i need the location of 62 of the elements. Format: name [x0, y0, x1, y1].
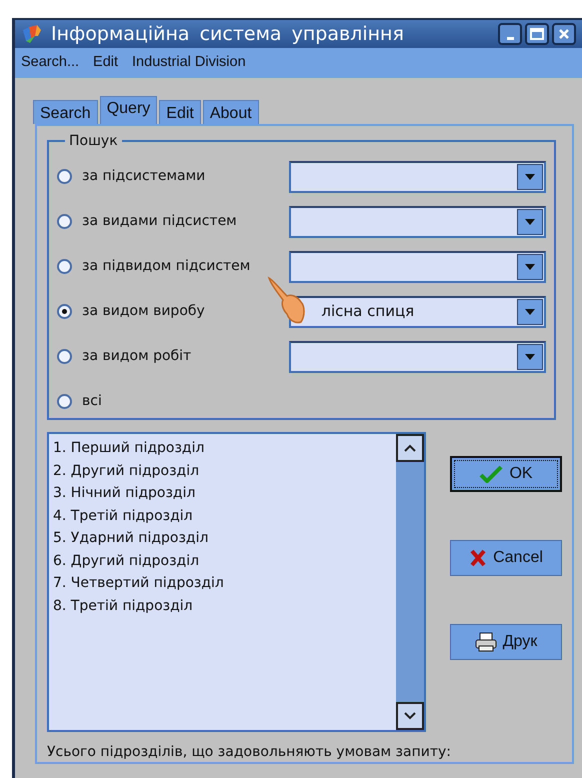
maximize-icon	[530, 28, 544, 40]
list-item[interactable]: 7. Четвертий підрозділ	[53, 572, 392, 594]
chevron-down-icon	[404, 712, 416, 720]
checkmark-icon	[479, 465, 504, 483]
menu-item[interactable]: Industrial Division	[132, 52, 246, 74]
radio-button[interactable]	[57, 349, 72, 364]
list-item[interactable]: 6. Другий підрозділ	[53, 550, 392, 572]
chevron-up-icon	[404, 444, 416, 452]
radio-button[interactable]	[57, 304, 72, 319]
list-item[interactable]: 4. Третій підрозділ	[53, 504, 392, 527]
dropdown-field[interactable]	[289, 340, 546, 372]
ok-button[interactable]: OK	[450, 456, 562, 492]
option-label: за видом робіт	[82, 347, 192, 366]
printer-icon	[474, 632, 497, 652]
maximize-button[interactable]	[525, 23, 549, 45]
radio-button[interactable]	[57, 169, 72, 184]
tab[interactable]: Query	[100, 96, 158, 124]
close-icon	[558, 28, 570, 40]
list-item[interactable]: 1. Перший підрозділ	[53, 437, 392, 460]
option-label: за підсистемами	[82, 167, 206, 186]
scroll-up-button[interactable]	[396, 434, 424, 462]
dropdown-field[interactable]	[289, 250, 546, 282]
tab[interactable]: Edit	[159, 100, 201, 124]
menu-item[interactable]: Search...	[21, 52, 80, 74]
status-text: Усього підрозділів, що задовольняють умовам запиту:	[47, 743, 452, 762]
option-label: за видами підсистем	[82, 212, 238, 231]
menu-item[interactable]: Edit	[93, 52, 118, 74]
dropdown-button[interactable]	[517, 254, 543, 280]
app-logo-icon	[21, 24, 43, 44]
window-title: Інформаційна система управління	[51, 22, 404, 47]
tab[interactable]: Search	[33, 100, 98, 124]
dropdown-arrow-icon	[525, 174, 535, 180]
dropdown-field[interactable]	[289, 206, 546, 238]
scroll-down-button[interactable]	[396, 702, 424, 730]
tab[interactable]: About	[202, 100, 259, 124]
radio-button[interactable]	[57, 394, 72, 409]
results-list[interactable]: 1. Перший підрозділ 2. Другий підрозділ 3. Нічний підрозділ 4. Третій підрозділ 5. Ударний підрозділ 6. Другий підрозділ 7. Четвертий підрозділ 8. Третій підрозділ	[47, 432, 426, 732]
radio-button[interactable]	[57, 214, 72, 229]
option-label: за видом виробу	[82, 302, 206, 321]
dropdown-button[interactable]	[517, 164, 543, 190]
minimize-button[interactable]	[498, 23, 522, 45]
dropdown-field[interactable]	[289, 160, 546, 192]
dropdown-arrow-icon	[525, 264, 535, 270]
dropdown-button[interactable]	[517, 344, 543, 370]
dropdown-arrow-icon	[525, 218, 535, 224]
cross-icon	[469, 549, 488, 567]
option-label: за підвидом підсистем	[82, 257, 252, 276]
dropdown-arrow-icon	[525, 308, 535, 314]
dropdown-button[interactable]	[517, 208, 543, 234]
minimize-icon	[506, 36, 514, 40]
dropdown-button[interactable]	[517, 298, 543, 324]
cancel-button[interactable]: Cancel	[450, 540, 562, 576]
list-item[interactable]: 3. Нічний підрозділ	[53, 482, 392, 504]
dropdown-arrow-icon	[525, 354, 535, 360]
scrollbar[interactable]	[396, 434, 424, 730]
radio-button[interactable]	[57, 259, 72, 274]
list-item[interactable]: 2. Другий підрозділ	[53, 460, 392, 482]
list-item[interactable]: 8. Третій підрозділ	[53, 594, 392, 617]
list-item[interactable]: 5. Ударний підрозділ	[53, 527, 392, 550]
option-label: всі	[82, 392, 103, 411]
close-button[interactable]	[552, 23, 576, 45]
print-button[interactable]: Друк	[450, 624, 562, 660]
